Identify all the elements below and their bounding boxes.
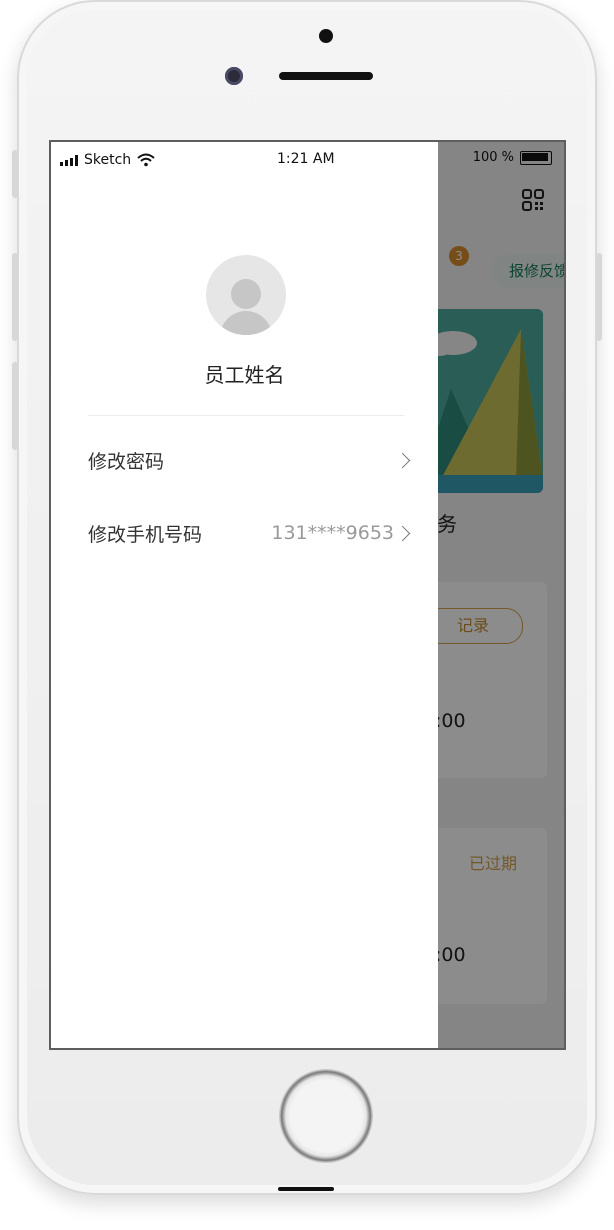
screen: 100 % 3 报修反馈 务 记录:00 已过期:00 Sketch 1:2… [49, 140, 566, 1050]
signal-icon [60, 154, 78, 166]
change-phone-label: 修改手机号码 [88, 523, 203, 546]
earpiece-speaker [279, 72, 373, 80]
status-time: 1:21 AM [277, 151, 335, 167]
status-left: Sketch [60, 152, 155, 168]
front-camera [225, 67, 243, 85]
home-button[interactable] [280, 1070, 372, 1162]
change-password-label: 修改密码 [88, 450, 165, 473]
chevron-right-icon [394, 525, 411, 541]
divider [88, 415, 404, 416]
carrier-name: Sketch [84, 152, 132, 168]
side-drawer: Sketch 1:21 AM 员工姓名 修改密码 修改手机号码 131****9… [51, 142, 438, 1048]
wifi-icon [137, 153, 155, 167]
bottom-edge [278, 1187, 334, 1191]
chevron-right-icon [394, 452, 411, 468]
volume-down-button[interactable] [12, 362, 18, 450]
power-button[interactable] [596, 253, 602, 341]
mute-switch[interactable] [12, 150, 18, 198]
proximity-sensor [319, 29, 333, 43]
change-phone-item[interactable]: 修改手机号码 131****9653 [88, 511, 411, 555]
change-password-item[interactable]: 修改密码 [88, 438, 411, 482]
employee-name: 员工姓名 [204, 363, 285, 387]
volume-up-button[interactable] [12, 253, 18, 341]
avatar-head [231, 279, 261, 309]
avatar-body [220, 311, 272, 335]
avatar[interactable] [206, 255, 286, 335]
phone-number-value: 131****9653 [271, 522, 394, 544]
